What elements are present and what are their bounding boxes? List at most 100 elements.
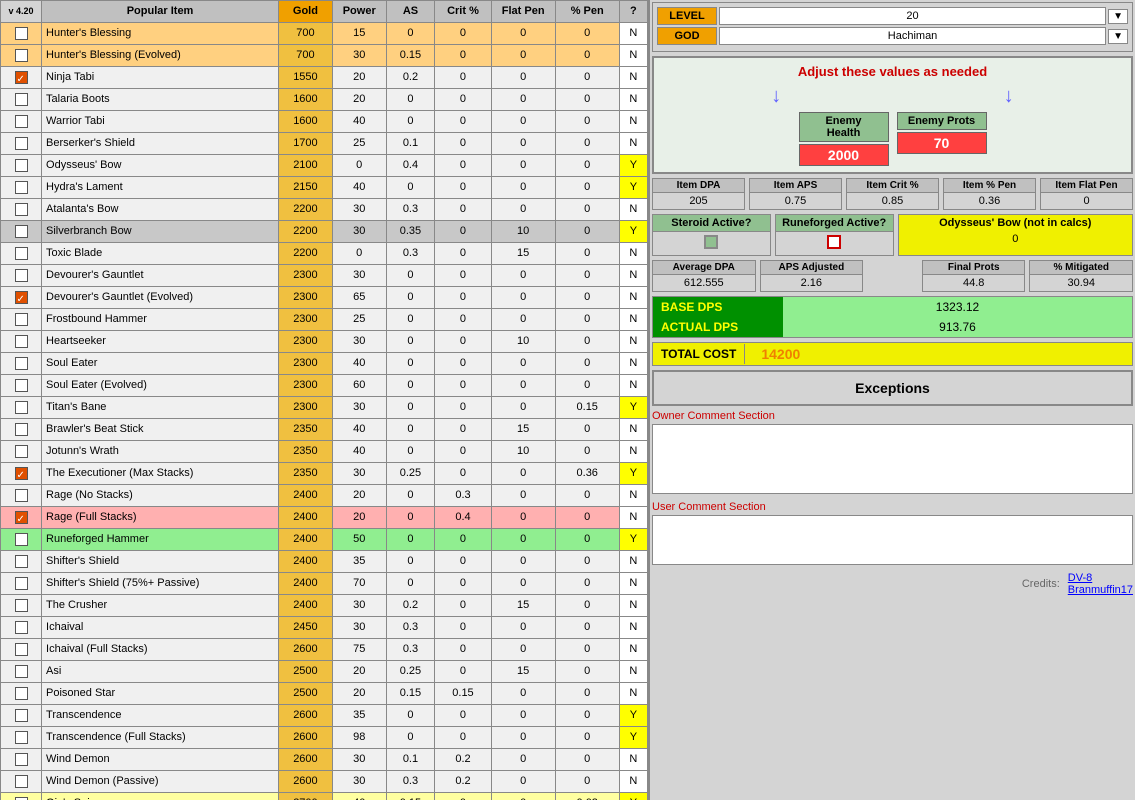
item-checkbox-cell[interactable] — [1, 199, 42, 221]
enemy-health-value[interactable]: 2000 — [799, 144, 889, 166]
credit-link-2[interactable]: Branmuffin17 — [1068, 584, 1133, 596]
item-checkbox-cell[interactable] — [1, 45, 42, 67]
item-power: 30 — [332, 771, 386, 793]
user-comment-box[interactable] — [652, 515, 1133, 565]
steroid-cb-icon[interactable] — [704, 235, 718, 249]
final-prots-block: Final Prots 44.8 — [922, 260, 1026, 292]
item-checkbox[interactable] — [15, 137, 28, 150]
item-checkbox-cell[interactable] — [1, 749, 42, 771]
item-checkbox-cell[interactable] — [1, 331, 42, 353]
owner-comment-box[interactable] — [652, 424, 1133, 494]
item-name: Hunter's Blessing (Evolved) — [42, 45, 279, 67]
item-checkbox[interactable] — [15, 247, 28, 260]
item-checkbox-cell[interactable] — [1, 353, 42, 375]
item-checkbox[interactable] — [15, 93, 28, 106]
item-checkbox-cell[interactable] — [1, 155, 42, 177]
item-checkbox[interactable] — [15, 599, 28, 612]
item-as: 0.3 — [386, 639, 435, 661]
god-dropdown[interactable]: ▼ — [1108, 29, 1128, 44]
item-checkbox[interactable] — [15, 203, 28, 216]
item-checkbox[interactable] — [15, 49, 28, 62]
enemy-prots-value[interactable]: 70 — [897, 132, 987, 154]
item-q: N — [619, 243, 647, 265]
item-fpen-block: Item Flat Pen 0 — [1040, 178, 1133, 210]
runeforged-checkbox[interactable] — [776, 232, 893, 255]
item-checkbox[interactable] — [15, 115, 28, 128]
item-checkbox-cell[interactable] — [1, 221, 42, 243]
item-crit: 0 — [435, 573, 491, 595]
item-power: 30 — [332, 265, 386, 287]
item-checkbox[interactable] — [15, 291, 28, 304]
item-checkbox[interactable] — [15, 313, 28, 326]
item-checkbox[interactable] — [15, 159, 28, 172]
item-checkbox-cell[interactable] — [1, 177, 42, 199]
item-checkbox-cell[interactable] — [1, 111, 42, 133]
item-checkbox-cell[interactable] — [1, 375, 42, 397]
item-checkbox[interactable] — [15, 489, 28, 502]
item-checkbox[interactable] — [15, 511, 28, 524]
steroid-checkbox[interactable] — [653, 232, 770, 255]
item-checkbox[interactable] — [15, 709, 28, 722]
item-checkbox-cell[interactable] — [1, 485, 42, 507]
item-checkbox[interactable] — [15, 643, 28, 656]
item-checkbox[interactable] — [15, 357, 28, 370]
item-checkbox[interactable] — [15, 335, 28, 348]
item-checkbox-cell[interactable] — [1, 265, 42, 287]
item-checkbox[interactable] — [15, 225, 28, 238]
item-checkbox[interactable] — [15, 401, 28, 414]
item-ppen: 0 — [555, 309, 619, 331]
item-checkbox-cell[interactable] — [1, 309, 42, 331]
item-checkbox[interactable] — [15, 533, 28, 546]
item-checkbox-cell[interactable] — [1, 551, 42, 573]
item-checkbox-cell[interactable] — [1, 463, 42, 485]
item-fpen: 0 — [491, 639, 555, 661]
item-checkbox-cell[interactable] — [1, 529, 42, 551]
fpen-header: Flat Pen — [491, 1, 555, 23]
item-checkbox[interactable] — [15, 753, 28, 766]
item-checkbox[interactable] — [15, 665, 28, 678]
item-checkbox-cell[interactable] — [1, 573, 42, 595]
item-checkbox-cell[interactable] — [1, 639, 42, 661]
item-checkbox[interactable] — [15, 445, 28, 458]
item-checkbox[interactable] — [15, 687, 28, 700]
item-fpen: 0 — [491, 705, 555, 727]
item-checkbox-cell[interactable] — [1, 617, 42, 639]
item-checkbox[interactable] — [15, 555, 28, 568]
item-checkbox-cell[interactable] — [1, 507, 42, 529]
item-checkbox-cell[interactable] — [1, 419, 42, 441]
item-checkbox[interactable] — [15, 181, 28, 194]
item-checkbox[interactable] — [15, 731, 28, 744]
item-checkbox[interactable] — [15, 775, 28, 788]
item-checkbox-cell[interactable] — [1, 661, 42, 683]
item-name: Warrior Tabi — [42, 111, 279, 133]
item-checkbox[interactable] — [15, 467, 28, 480]
item-checkbox-cell[interactable] — [1, 683, 42, 705]
item-checkbox-cell[interactable] — [1, 67, 42, 89]
item-checkbox[interactable] — [15, 27, 28, 40]
item-checkbox-cell[interactable] — [1, 705, 42, 727]
item-checkbox[interactable] — [15, 379, 28, 392]
item-checkbox-cell[interactable] — [1, 89, 42, 111]
item-checkbox-cell[interactable] — [1, 595, 42, 617]
exceptions-button[interactable]: Exceptions — [652, 370, 1133, 406]
item-name: Asi — [42, 661, 279, 683]
credit-link-1[interactable]: DV-8 — [1068, 572, 1133, 584]
item-checkbox[interactable] — [15, 269, 28, 282]
item-checkbox[interactable] — [15, 621, 28, 634]
item-checkbox-cell[interactable] — [1, 771, 42, 793]
item-checkbox-cell[interactable] — [1, 793, 42, 800]
item-checkbox[interactable] — [15, 797, 28, 800]
item-checkbox-cell[interactable] — [1, 397, 42, 419]
item-checkbox-cell[interactable] — [1, 287, 42, 309]
item-checkbox-cell[interactable] — [1, 133, 42, 155]
runeforged-cb-icon[interactable] — [827, 235, 841, 249]
item-checkbox-cell[interactable] — [1, 23, 42, 45]
item-checkbox-cell[interactable] — [1, 441, 42, 463]
item-checkbox[interactable] — [15, 577, 28, 590]
item-checkbox[interactable] — [15, 423, 28, 436]
item-checkbox-cell[interactable] — [1, 243, 42, 265]
level-dropdown[interactable]: ▼ — [1108, 9, 1128, 24]
item-checkbox[interactable] — [15, 71, 28, 84]
item-fpen: 0 — [491, 397, 555, 419]
item-checkbox-cell[interactable] — [1, 727, 42, 749]
